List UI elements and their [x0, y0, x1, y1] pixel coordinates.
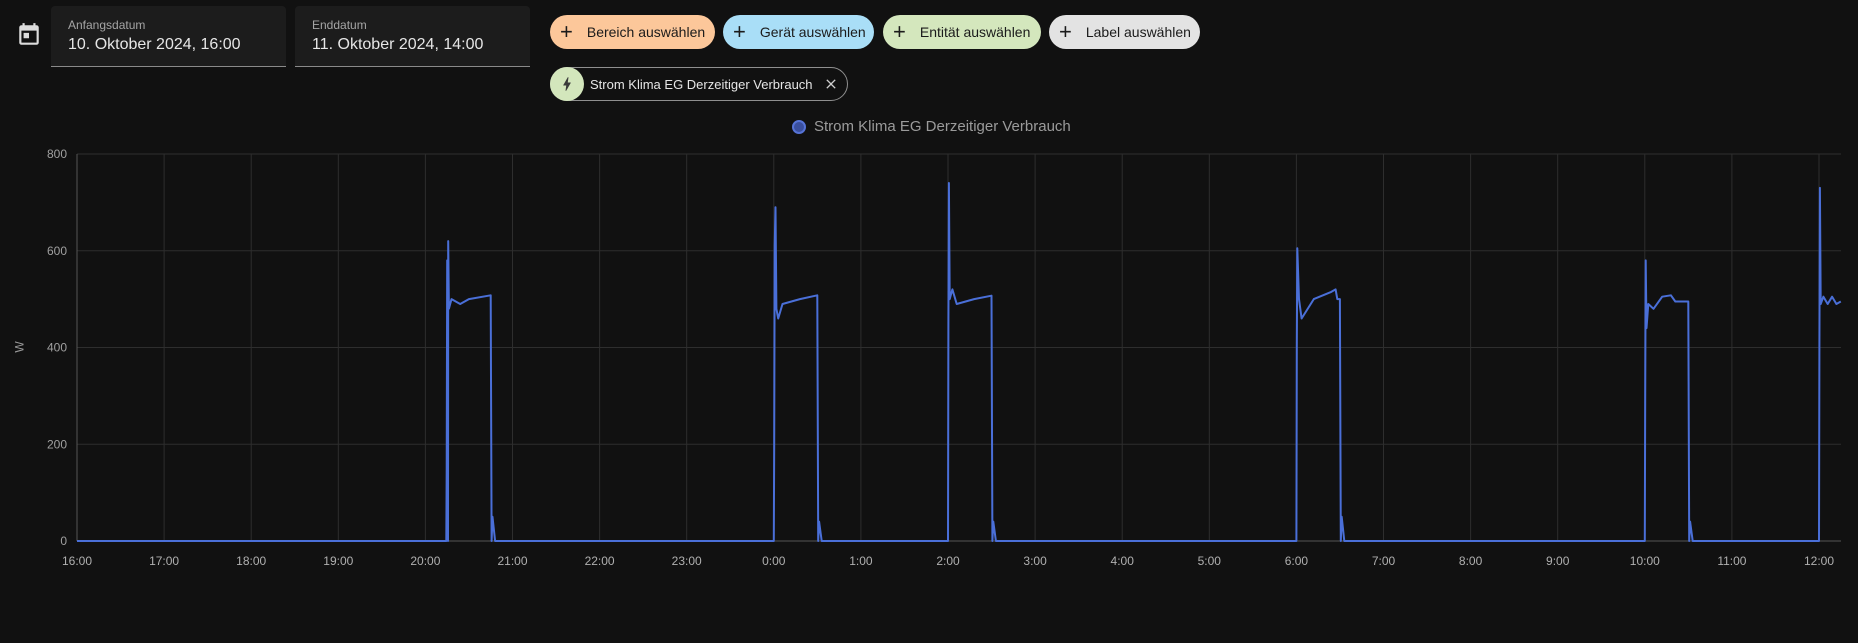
x-tick-label: 6:00	[1285, 554, 1309, 568]
y-tick-label: 0	[60, 534, 67, 548]
x-tick-label: 9:00	[1546, 554, 1570, 568]
y-tick-label: 800	[47, 147, 67, 161]
x-tick-label: 3:00	[1023, 554, 1047, 568]
y-tick-label: 600	[47, 244, 67, 258]
x-tick-label: 0:00	[762, 554, 786, 568]
history-chart[interactable]: 0 200 400 600 800 16:00 17:00 18:00 19:00 20:00 21…	[0, 0, 1858, 643]
x-tick-label: 22:00	[585, 554, 615, 568]
x-tick-label: 10:00	[1630, 554, 1660, 568]
x-tick-label: 19:00	[323, 554, 353, 568]
x-tick-label: 4:00	[1111, 554, 1135, 568]
x-tick-label: 12:00	[1804, 554, 1834, 568]
x-tick-label: 1:00	[849, 554, 873, 568]
x-tick-label: 2:00	[936, 554, 960, 568]
x-tick-label: 18:00	[236, 554, 266, 568]
x-tick-label: 17:00	[149, 554, 179, 568]
x-tick-label: 8:00	[1459, 554, 1483, 568]
y-tick-label: 200	[47, 437, 67, 451]
x-tick-label: 21:00	[497, 554, 527, 568]
x-tick-label: 23:00	[672, 554, 702, 568]
y-tick-label: 400	[47, 341, 67, 355]
x-tick-label: 11:00	[1717, 554, 1746, 568]
series-line	[77, 182, 1842, 542]
x-tick-label: 16:00	[62, 554, 92, 568]
x-tick-label: 20:00	[410, 554, 440, 568]
x-tick-label: 5:00	[1198, 554, 1222, 568]
x-tick-label: 7:00	[1372, 554, 1396, 568]
